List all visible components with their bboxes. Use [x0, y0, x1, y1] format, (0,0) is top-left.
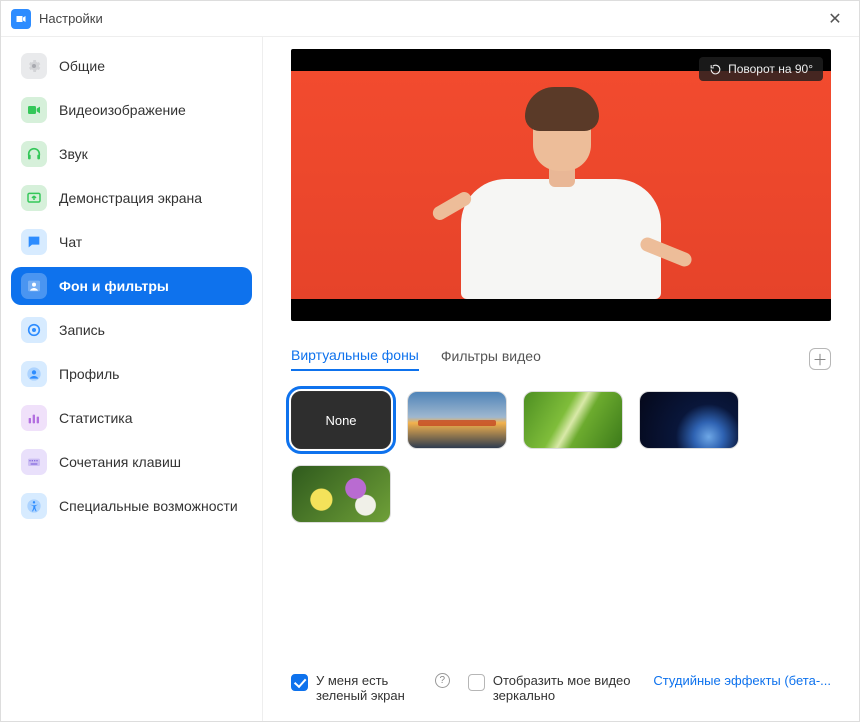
- record-icon: [21, 317, 47, 343]
- bg-thumb-flowers[interactable]: [291, 465, 391, 523]
- sidebar-item-label: Запись: [59, 322, 242, 338]
- mirror-option: Отобразить мое видео зеркально: [468, 673, 636, 703]
- stats-icon: [21, 405, 47, 431]
- main-panel: Поворот на 90° Виртуальные фоны Фильтры …: [263, 37, 859, 721]
- green-screen-help-icon[interactable]: ?: [435, 673, 450, 688]
- green-screen-checkbox[interactable]: [291, 674, 308, 691]
- titlebar: Настройки ✕: [1, 1, 859, 37]
- chat-icon: [21, 229, 47, 255]
- green-screen-label: У меня есть зеленый экран: [316, 673, 423, 703]
- sidebar-item-label: Видеоизображение: [59, 102, 242, 118]
- titlebar-left: Настройки: [11, 9, 103, 29]
- avatar-icon: [21, 361, 47, 387]
- sidebar-item-audio[interactable]: Звук: [11, 135, 252, 173]
- person-icon: [21, 273, 47, 299]
- sidebar-item-label: Сочетания клавиш: [59, 454, 242, 470]
- tab-video-filters[interactable]: Фильтры видео: [441, 348, 541, 370]
- sidebar-item-shortcuts[interactable]: Сочетания клавиш: [11, 443, 252, 481]
- bg-thumb-grass[interactable]: [523, 391, 623, 449]
- bg-thumb-bridge[interactable]: [407, 391, 507, 449]
- rotate-90-button[interactable]: Поворот на 90°: [699, 57, 823, 81]
- tabs-row: Виртуальные фоны Фильтры видео ＋: [291, 347, 831, 371]
- sidebar-item-recording[interactable]: Запись: [11, 311, 252, 349]
- window-body: Общие Видеоизображение Звук Демонстрация эк…: [1, 37, 859, 721]
- sidebar-item-label: Демонстрация экрана: [59, 190, 242, 206]
- bg-thumb-none-label: None: [325, 413, 356, 428]
- video-icon: [21, 97, 47, 123]
- person-figure: [431, 89, 691, 299]
- gear-icon: [21, 53, 47, 79]
- bg-thumb-none[interactable]: None: [291, 391, 391, 449]
- mirror-label: Отобразить мое видео зеркально: [493, 673, 636, 703]
- rotate-label: Поворот на 90°: [728, 62, 813, 76]
- video-preview: Поворот на 90°: [291, 49, 831, 321]
- share-icon: [21, 185, 47, 211]
- sidebar: Общие Видеоизображение Звук Демонстрация эк…: [1, 37, 263, 721]
- sidebar-item-chat[interactable]: Чат: [11, 223, 252, 261]
- tab-virtual-backgrounds[interactable]: Виртуальные фоны: [291, 347, 419, 371]
- background-thumbnails: None: [291, 391, 831, 523]
- rotate-icon: [709, 63, 722, 76]
- bg-thumb-earth[interactable]: [639, 391, 739, 449]
- preview-image: [291, 71, 831, 299]
- mirror-checkbox[interactable]: [468, 674, 485, 691]
- sidebar-item-label: Звук: [59, 146, 242, 162]
- sidebar-item-label: Фон и фильтры: [59, 278, 242, 294]
- window-title: Настройки: [39, 11, 103, 26]
- sidebar-item-stats[interactable]: Статистика: [11, 399, 252, 437]
- sidebar-item-general[interactable]: Общие: [11, 47, 252, 85]
- options-row: У меня есть зеленый экран ? Отобразить м…: [291, 663, 831, 703]
- sidebar-item-profile[interactable]: Профиль: [11, 355, 252, 393]
- settings-window: Настройки ✕ Общие Видеоизображение Звук Дем…: [0, 0, 860, 722]
- studio-effects-link[interactable]: Студийные эффекты (бета-...: [653, 673, 831, 688]
- sidebar-item-label: Специальные возможности: [59, 498, 242, 514]
- sidebar-item-label: Статистика: [59, 410, 242, 426]
- sidebar-item-label: Чат: [59, 234, 242, 250]
- headphones-icon: [21, 141, 47, 167]
- sidebar-item-a11y[interactable]: Специальные возможности: [11, 487, 252, 525]
- sidebar-item-label: Общие: [59, 58, 242, 74]
- app-icon: [11, 9, 31, 29]
- keyboard-icon: [21, 449, 47, 475]
- sidebar-item-video[interactable]: Видеоизображение: [11, 91, 252, 129]
- green-screen-option: У меня есть зеленый экран ?: [291, 673, 450, 703]
- sidebar-item-share[interactable]: Демонстрация экрана: [11, 179, 252, 217]
- sidebar-item-label: Профиль: [59, 366, 242, 382]
- add-background-button[interactable]: ＋: [809, 348, 831, 370]
- sidebar-item-background[interactable]: Фон и фильтры: [11, 267, 252, 305]
- a11y-icon: [21, 493, 47, 519]
- close-button[interactable]: ✕: [821, 5, 849, 33]
